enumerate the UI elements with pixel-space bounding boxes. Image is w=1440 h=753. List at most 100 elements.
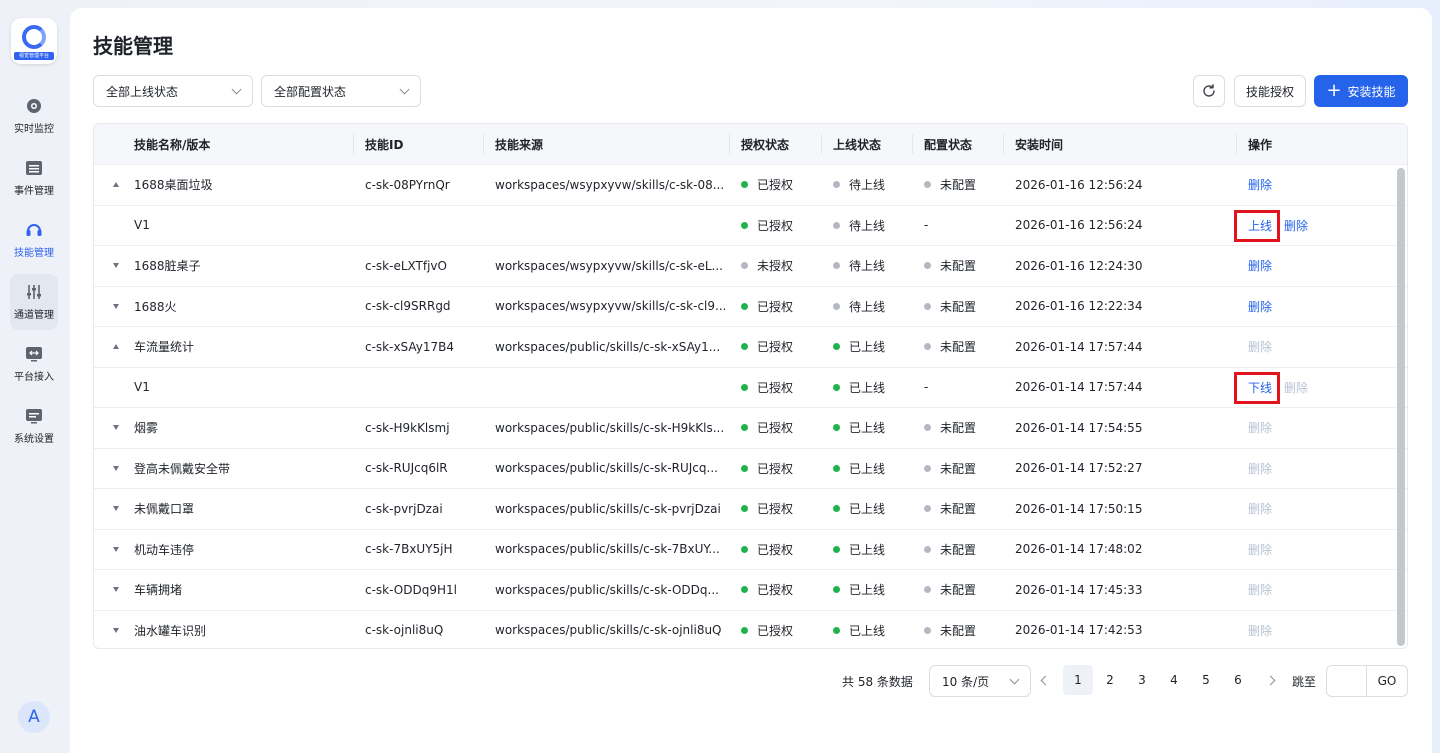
install-time: 2026-01-16 12:56:24 (1015, 218, 1143, 233)
sidebar-item-0[interactable]: 实时监控 (10, 88, 58, 144)
config-status: 未配置 (924, 327, 976, 367)
action-delete-button[interactable]: 删除 (1248, 570, 1272, 610)
status-dot (741, 424, 748, 432)
auth-status: 已授权 (741, 570, 793, 610)
online-status-text: 待上线 (849, 259, 886, 274)
expand-toggle[interactable] (113, 327, 119, 367)
action-delete-button[interactable]: 删除 (1248, 449, 1272, 489)
skill-authorize-button[interactable]: 技能授权 (1234, 75, 1306, 107)
action-delete-button[interactable]: 删除 (1284, 206, 1308, 246)
skill-name: 1688火 (134, 299, 177, 314)
expand-toggle[interactable] (113, 165, 119, 205)
sidebar-item-4[interactable]: 平台接入 (10, 336, 58, 392)
go-button[interactable]: GO (1367, 666, 1407, 696)
skill-name: 机动车违停 (134, 542, 195, 557)
install-time: 2026-01-14 17:54:55 (1015, 420, 1143, 435)
page-number-button[interactable]: 2 (1095, 665, 1125, 695)
config-status-text: 未配置 (940, 178, 977, 193)
action-delete-button[interactable]: 删除 (1248, 165, 1272, 205)
config-status-text: 未配置 (940, 623, 977, 638)
auth-status: 已授权 (741, 530, 793, 570)
action-delete-button[interactable]: 删除 (1248, 287, 1272, 327)
config-status-text: 未配置 (940, 259, 977, 274)
expand-toggle[interactable] (113, 408, 119, 448)
skill-name: 1688脏桌子 (134, 259, 201, 274)
action-delete-button[interactable]: 删除 (1284, 368, 1308, 408)
action-delete-button[interactable]: 删除 (1248, 611, 1272, 649)
table-row: 登高未佩戴安全带 c-sk-RUJcq6lR workspaces/public/s… (94, 447, 1407, 489)
sidebar-item-1[interactable]: 事件管理 (10, 150, 58, 206)
expand-toggle[interactable] (113, 611, 119, 649)
action-delete-button[interactable]: 删除 (1248, 246, 1272, 286)
status-dot (924, 343, 931, 351)
online-status: 已上线 (833, 408, 885, 448)
sidebar-item-3[interactable]: 通道管理 (10, 274, 58, 330)
config-status-text: 未配置 (940, 583, 977, 598)
refresh-button[interactable] (1193, 75, 1225, 107)
chevron-down-icon (399, 84, 410, 94)
auth-status: 已授权 (741, 611, 793, 649)
avatar[interactable]: A (18, 701, 50, 733)
chevron-right-icon (1265, 675, 1275, 685)
jump-page-input[interactable] (1327, 666, 1367, 696)
config-status: 未配置 (924, 287, 976, 327)
auth-status: 未授权 (741, 246, 793, 286)
action-delete-button[interactable]: 删除 (1248, 327, 1272, 367)
status-dot (833, 181, 840, 189)
app-logo[interactable]: 视觉管理平台 (11, 18, 57, 64)
install-skill-button[interactable]: + 安装技能 (1314, 75, 1408, 107)
scrollbar-thumb[interactable] (1397, 168, 1405, 646)
action-delete-button[interactable]: 删除 (1248, 530, 1272, 570)
config-status-text: - (924, 218, 929, 233)
page-size-select[interactable]: 10 条/页 (929, 665, 1031, 697)
action-delete-button[interactable]: 删除 (1248, 408, 1272, 448)
install-time: 2026-01-16 12:56:24 (1015, 177, 1143, 192)
install-skill-label: 安装技能 (1347, 84, 1396, 99)
expand-toggle[interactable] (113, 530, 119, 570)
page-number-button[interactable]: 4 (1159, 665, 1189, 695)
auth-status-text: 已授权 (757, 380, 794, 395)
jump-label: 跳至 (1292, 674, 1317, 689)
auth-status: 已授权 (741, 408, 793, 448)
sidebar-nav: 实时监控事件管理技能管理通道管理平台接入系统设置 (10, 88, 58, 460)
config-status-text: 未配置 (940, 502, 977, 517)
skill-source: workspaces/wsypxyvw/skills/c-sk-08... (495, 177, 725, 192)
status-dot (741, 383, 748, 391)
expand-toggle[interactable] (113, 570, 119, 610)
sidebar-item-2[interactable]: 技能管理 (10, 212, 58, 268)
prev-page-button[interactable] (1030, 665, 1060, 695)
page-number-button[interactable]: 3 (1127, 665, 1157, 695)
expand-toggle[interactable] (113, 489, 119, 529)
table-scrollbar[interactable] (1397, 168, 1405, 646)
status-dot (833, 424, 840, 432)
skill-name: 油水罐车识别 (134, 623, 207, 638)
status-dot (741, 221, 748, 229)
expand-toggle[interactable] (113, 246, 119, 286)
sidebar-item-5[interactable]: 系统设置 (10, 398, 58, 454)
skill-name: 车流量统计 (134, 340, 195, 355)
status-dot (741, 181, 748, 189)
config-status-text: 未配置 (940, 299, 977, 314)
config-status-select[interactable]: 全部配置状态 (261, 75, 421, 107)
expand-toggle[interactable] (113, 287, 119, 327)
page-number-button[interactable]: 5 (1191, 665, 1221, 695)
expand-toggle[interactable] (113, 449, 119, 489)
status-dot (833, 545, 840, 553)
caret-down-icon (113, 546, 119, 552)
skill-id: c-sk-7BxUY5jH (365, 542, 453, 557)
config-status: 未配置 (924, 570, 976, 610)
action-delete-button[interactable]: 删除 (1248, 489, 1272, 529)
online-status-text: 已上线 (849, 542, 886, 557)
online-status-text: 已上线 (849, 583, 886, 598)
plus-icon: + (1326, 80, 1342, 101)
config-status: 未配置 (924, 489, 976, 529)
next-page-button[interactable] (1255, 665, 1285, 695)
online-status-select[interactable]: 全部上线状态 (93, 75, 253, 107)
page-number-button[interactable]: 6 (1223, 665, 1253, 695)
page-number-button[interactable]: 1 (1063, 665, 1093, 695)
status-dot (924, 545, 931, 553)
column-header: 上线状态 (833, 137, 882, 152)
column-divider (729, 134, 730, 154)
auth-status-text: 已授权 (757, 340, 794, 355)
skill-name: 烟雾 (134, 421, 159, 436)
